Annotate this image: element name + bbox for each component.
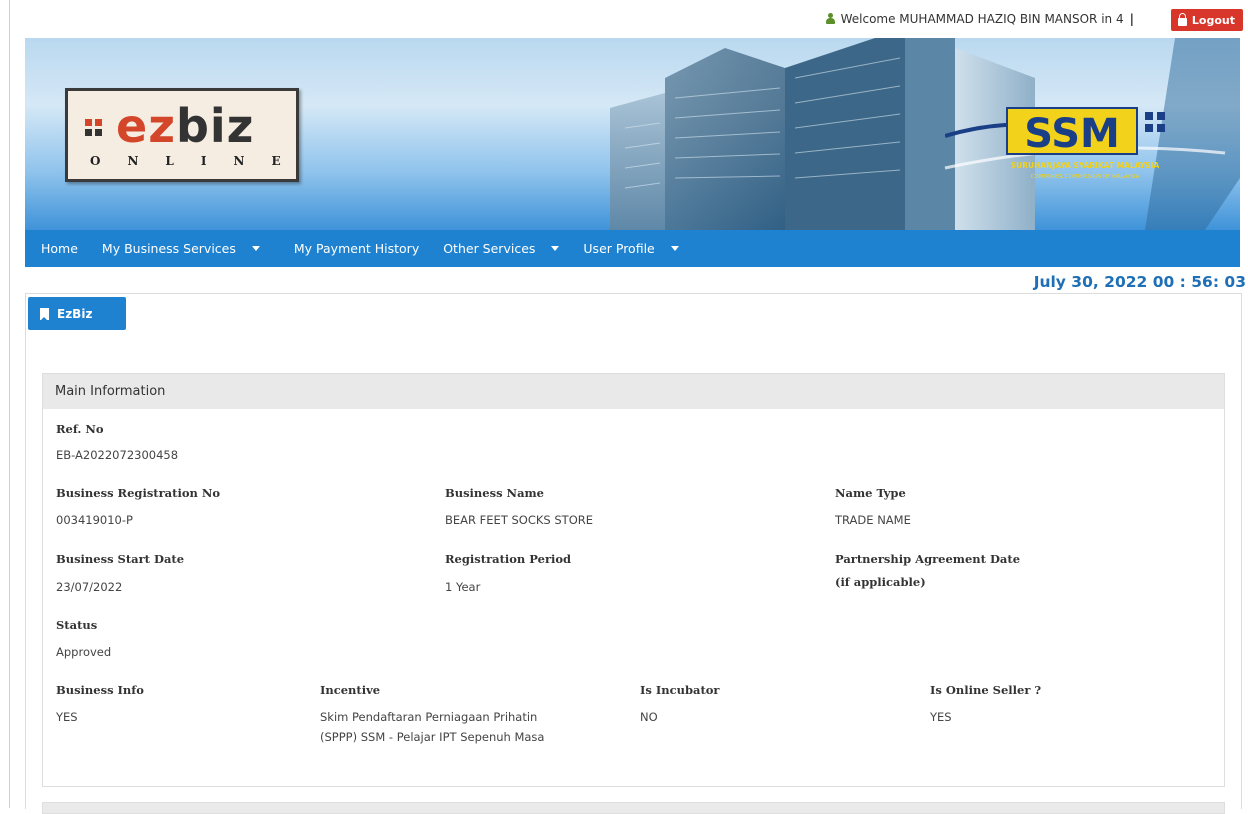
logo-subtitle: ONLINE — [90, 154, 308, 168]
card-title: Main Information — [43, 374, 1224, 409]
brn-value: 003419010-P — [56, 513, 133, 527]
partnership-date-label: Partnership Agreement Date — [835, 552, 1021, 566]
incentive-value-line2: (SPPP) SSM - Pelajar IPT Sepenuh Masa — [320, 730, 545, 744]
incentive-label: Incentive — [320, 683, 381, 697]
nav-other-services[interactable]: Other Services — [431, 241, 571, 256]
business-info-label: Business Info — [56, 683, 144, 697]
business-info-value: YES — [56, 710, 78, 724]
online-seller-value: YES — [930, 710, 952, 724]
status-value: Approved — [56, 645, 112, 659]
nav-my-payment-history[interactable]: My Payment History — [282, 241, 431, 256]
main-navbar: Home My Business Services My Payment His… — [25, 230, 1240, 267]
ref-no-label: Ref. No — [56, 422, 104, 436]
main-information-card: Main Information — [42, 373, 1225, 787]
tab-ezbiz[interactable]: EzBiz — [28, 297, 126, 330]
business-name-label: Business Name — [445, 486, 545, 500]
bookmark-icon — [40, 307, 49, 321]
chevron-down-icon — [251, 246, 260, 251]
ssm-logo-text: SSM — [1024, 111, 1120, 157]
header-banner: ezbiz ONLINE SSM SURUHANJAYA SYARIKAT MA… — [25, 38, 1240, 230]
ref-no-value: EB-A2022072300458 — [56, 448, 179, 462]
incubator-value: NO — [640, 710, 658, 724]
nav-my-business-services[interactable]: My Business Services — [90, 241, 272, 256]
top-bar: Welcome MUHAMMAD HAZIQ BIN MANSOR in 4 |… — [0, 0, 1248, 38]
business-name-value: BEAR FEET SOCKS STORE — [445, 513, 594, 527]
nav-home[interactable]: Home — [25, 241, 90, 256]
welcome-message: Welcome MUHAMMAD HAZIQ BIN MANSOR in 4 | — [825, 12, 1134, 26]
ssm-name-line2: COMPANIES COMMISSION OF MALAYSIA — [1031, 174, 1140, 180]
next-section-card — [42, 802, 1225, 814]
logo-dots-icon — [85, 117, 109, 137]
brn-label: Business Registration No — [56, 486, 221, 500]
registration-period-label: Registration Period — [445, 552, 572, 566]
incubator-label: Is Incubator — [640, 683, 720, 697]
chevron-down-icon — [551, 246, 560, 251]
name-type-value: TRADE NAME — [835, 513, 911, 527]
ezbiz-logo[interactable]: ezbiz ONLINE — [65, 88, 299, 182]
chevron-down-icon — [670, 246, 679, 251]
ssm-name-line1: SURUHANJAYA SYARIKAT MALAYSIA — [1011, 161, 1160, 170]
page-left-border — [9, 0, 10, 808]
start-date-label: Business Start Date — [56, 552, 185, 566]
user-icon — [825, 13, 835, 25]
partnership-date-label-note: (if applicable) — [835, 575, 926, 589]
name-type-label: Name Type — [835, 486, 906, 500]
datetime-clock: July 30, 2022 00 : 56: 03 — [1033, 273, 1246, 291]
lock-icon — [1177, 12, 1187, 26]
logout-label: Logout — [1191, 13, 1235, 27]
online-seller-label: Is Online Seller ? — [930, 683, 1042, 697]
ssm-logo: SSM SURUHANJAYA SYARIKAT MALAYSIA COMPAN… — [945, 107, 1165, 180]
logout-button[interactable]: Logout — [1170, 9, 1243, 31]
status-label: Status — [56, 618, 98, 632]
welcome-text: Welcome MUHAMMAD HAZIQ BIN MANSOR in 4 — [840, 12, 1124, 26]
logo-wordmark: ezbiz — [116, 99, 255, 153]
nav-user-profile[interactable]: User Profile — [571, 241, 690, 256]
registration-period-value: 1 Year — [445, 580, 481, 594]
welcome-separator: | — [1129, 12, 1134, 26]
incentive-value-line1: Skim Pendaftaran Perniagaan Prihatin — [320, 710, 538, 724]
tab-ezbiz-label: EzBiz — [57, 306, 93, 321]
start-date-value: 23/07/2022 — [56, 580, 123, 594]
